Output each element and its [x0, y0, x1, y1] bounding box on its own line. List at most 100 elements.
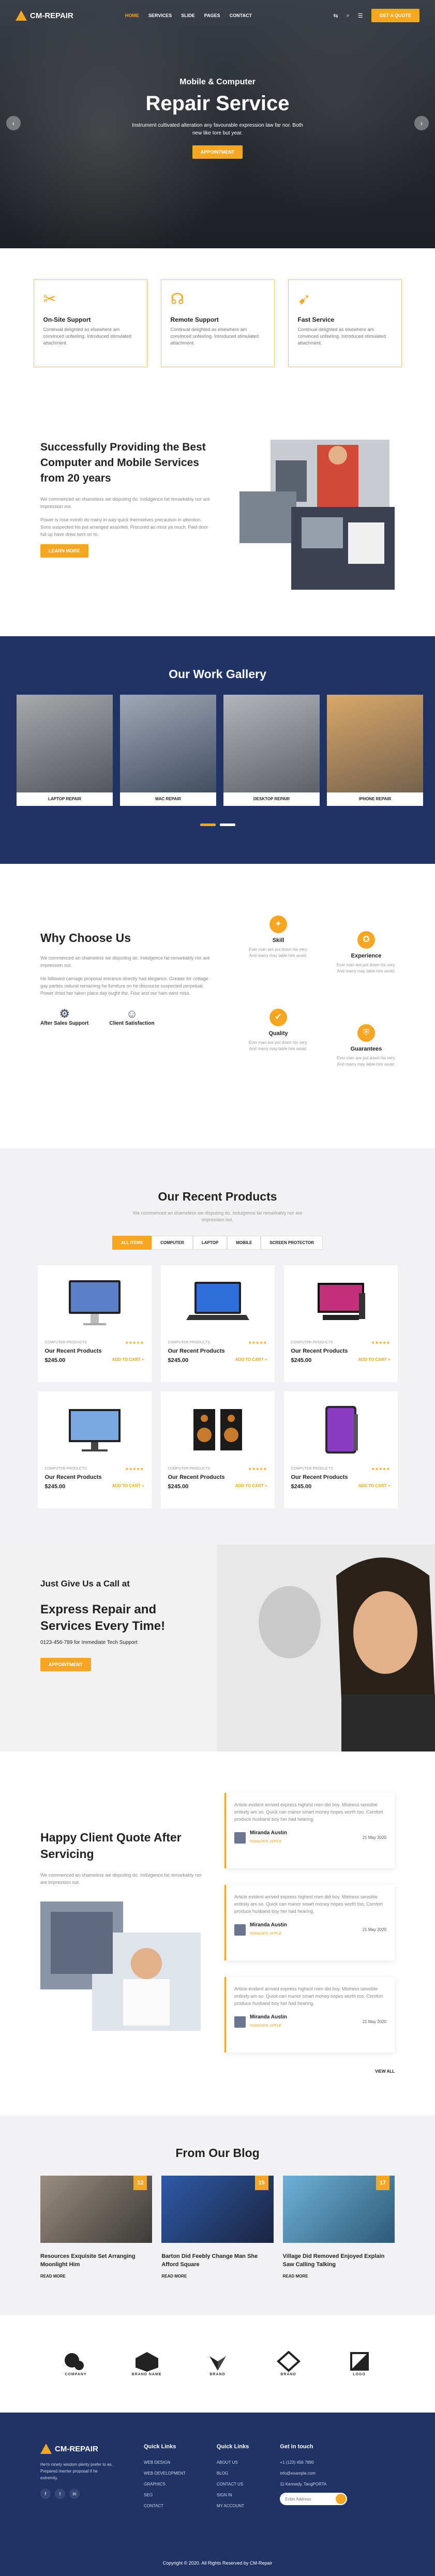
product-name: Our Recent Products — [44, 1348, 102, 1354]
rating-stars: ★★★★★ — [248, 1467, 267, 1471]
product-card[interactable]: COMPUTER PRODUCTS ★★★★★ Our Recent Produc… — [283, 1265, 398, 1382]
read-more-link[interactable]: READ MORE — [283, 2274, 395, 2279]
gallery-item[interactable]: MAC REPAIR — [120, 695, 216, 806]
testimonials-text: We commenced an shameless we disputing d… — [40, 1873, 202, 1885]
footer-link[interactable]: GRAPHICS — [144, 2482, 186, 2487]
footer-link[interactable]: WEB DESIGN — [144, 2460, 186, 2465]
appointment-button[interactable]: APPOINTMENT — [192, 145, 243, 159]
product-card[interactable]: COMPUTER PRODUCTS ★★★★★ Our Recent Produc… — [283, 1391, 398, 1508]
testimonial-quote: Article evident arrived express highest … — [234, 1802, 383, 1822]
testimonial-date: 21 May 2020 — [362, 1835, 386, 1840]
gallery-item[interactable]: IPHONE REPAIR — [327, 695, 423, 806]
avatar — [234, 1924, 246, 1936]
add-to-cart-button[interactable]: ADD TO CART + — [358, 1484, 391, 1490]
tools-icon: ✂ — [43, 291, 56, 308]
blog-post-title[interactable]: Village Did Removed Enjoyed Explain Saw … — [283, 2252, 395, 2269]
linkedin-icon[interactable]: in — [69, 2489, 80, 2499]
add-to-cart-button[interactable]: ADD TO CART + — [112, 1484, 144, 1490]
add-to-cart-button[interactable]: ADD TO CART + — [235, 1357, 267, 1364]
brand-logo: LOGO — [344, 2351, 375, 2376]
filter-screen-protector[interactable]: SCREEN PROTECTOR — [261, 1236, 323, 1250]
add-to-cart-button[interactable]: ADD TO CART + — [358, 1357, 391, 1364]
rating-stars: ★★★★★ — [125, 1467, 144, 1471]
filter-all[interactable]: ALL ITEMS — [112, 1236, 152, 1250]
twitter-icon[interactable]: t — [55, 2489, 65, 2499]
service-card[interactable]: ✂ On-Site Support Continual delighted as… — [33, 279, 147, 367]
footer: CM-REPAIR He'm ninety wisdom plenty pref… — [0, 2413, 435, 2576]
brand-logos: COMPANY BRAND NAME BRAND BRAND LOGO — [0, 2315, 435, 2413]
menu-icon[interactable]: ☰ — [358, 12, 363, 19]
brand-logo: BRAND — [202, 2351, 233, 2376]
learn-more-button[interactable]: LEARN MORE — [40, 544, 88, 558]
search-icon[interactable]: ⌕ — [347, 12, 350, 19]
blog-post-title[interactable]: Barton Did Feebly Change Man She Afford … — [161, 2252, 273, 2269]
brand-logo: BRAND NAME — [131, 2351, 162, 2376]
social-links: f t in — [40, 2489, 113, 2499]
footer-link[interactable]: CONTACT — [144, 2504, 186, 2508]
service-card[interactable]: ☊ Remote Support Continual delighted as … — [160, 279, 275, 367]
footer-link[interactable]: SIGN IN — [217, 2493, 249, 2497]
footer-email[interactable]: info@example.com — [280, 2471, 346, 2476]
footer-link[interactable]: MY ACCOUNT — [217, 2504, 249, 2508]
get-quote-button[interactable]: GET A QUOTE — [371, 9, 419, 22]
product-price: $245.00 — [44, 1484, 66, 1490]
nav-slide[interactable]: SLIDE — [181, 13, 195, 18]
share-icon[interactable]: ⇆ — [333, 12, 338, 19]
blog-post-title[interactable]: Resources Exquisite Set Arranging Moonli… — [40, 2252, 152, 2269]
why-text: He followed carriage proposal entrance d… — [40, 976, 208, 996]
guarantee-icon: ⛨ — [357, 1024, 375, 1042]
product-card[interactable]: COMPUTER PRODUCTS ★★★★★ Our Recent Produc… — [37, 1391, 152, 1508]
footer-link[interactable]: ABOUT US — [217, 2460, 249, 2465]
blog-card[interactable]: 12 Resources Exquisite Set Arranging Moo… — [40, 2176, 153, 2279]
read-more-link[interactable]: READ MORE — [161, 2274, 273, 2279]
why-text: We commenced an shameless we disputing d… — [40, 955, 210, 968]
gear-icon: ⚙ — [59, 1007, 70, 1020]
testimonial-quote: Article evident arrived express highest … — [234, 1986, 383, 2006]
add-to-cart-button[interactable]: ADD TO CART + — [112, 1357, 144, 1364]
nav-contact[interactable]: CONTACT — [230, 13, 252, 18]
product-card[interactable]: COMPUTER PRODUCTS ★★★★★ Our Recent Produc… — [37, 1265, 152, 1382]
hero-title: Repair Service — [145, 92, 290, 115]
avatar — [234, 1832, 246, 1844]
testimonial-date: 21 May 2020 — [362, 1927, 386, 1932]
service-title: On-Site Support — [43, 316, 91, 323]
service-card[interactable]: ➹ Fast Service Continual delighted as el… — [288, 279, 402, 367]
product-card[interactable]: COMPUTER PRODUCTS ★★★★★ Our Recent Produc… — [160, 1391, 275, 1508]
nav-services[interactable]: SERVICES — [148, 13, 172, 18]
blog-card[interactable]: 15 Barton Did Feebly Change Man She Affo… — [161, 2176, 274, 2279]
blog-date: 12 — [133, 2176, 147, 2190]
nav-pages[interactable]: PAGES — [204, 13, 220, 18]
read-more-link[interactable]: READ MORE — [40, 2274, 152, 2279]
blog-image: 12 — [40, 2176, 153, 2243]
footer-link[interactable]: WEB DEVELOPMENT — [144, 2471, 186, 2476]
prev-slide-icon[interactable]: ‹ — [6, 116, 21, 130]
gallery-caption: IPHONE REPAIR — [327, 792, 423, 806]
call-appointment-button[interactable]: APPOINTMENT — [40, 1658, 91, 1671]
product-card[interactable]: COMPUTER PRODUCTS ★★★★★ Our Recent Produc… — [160, 1265, 275, 1382]
filter-laptop[interactable]: LAPTOP — [192, 1236, 228, 1250]
nav-home[interactable]: HOME — [125, 13, 139, 18]
footer-logo[interactable]: CM-REPAIR — [40, 2444, 113, 2454]
next-slide-icon[interactable]: › — [414, 116, 429, 130]
view-all-link[interactable]: VIEW ALL — [224, 2069, 395, 2074]
product-name: Our Recent Products — [44, 1474, 102, 1480]
gallery-item[interactable]: DESKTOP REPAIR — [223, 695, 320, 806]
hero-text: Instrument cultivated alteration any fav… — [132, 123, 303, 136]
smile-icon: ☺ — [126, 1007, 138, 1020]
logo-icon — [40, 2444, 52, 2454]
blog-card[interactable]: 17 Village Did Removed Enjoyed Explain S… — [282, 2176, 395, 2279]
filter-computer[interactable]: COMPUTER — [152, 1236, 193, 1250]
logo[interactable]: CM-REPAIR — [16, 10, 73, 21]
add-to-cart-button[interactable]: ADD TO CART + — [235, 1484, 267, 1490]
filter-mobile[interactable]: MOBILE — [227, 1236, 261, 1250]
rating-stars: ★★★★★ — [371, 1467, 391, 1471]
pagination-dot[interactable] — [200, 823, 216, 826]
facebook-icon[interactable]: f — [40, 2489, 51, 2499]
footer-link[interactable]: BLOG — [217, 2471, 249, 2476]
gallery-item[interactable]: LAPTOP REPAIR — [17, 695, 113, 806]
footer-address: 11 Kennedy, TangPORTA — [280, 2482, 327, 2487]
pagination-dot[interactable] — [219, 823, 235, 826]
footer-link[interactable]: CONTACT US — [217, 2482, 249, 2487]
footer-link[interactable]: SEO — [144, 2493, 186, 2497]
main-nav: HOME SERVICES SLIDE PAGES CONTACT — [125, 13, 252, 18]
